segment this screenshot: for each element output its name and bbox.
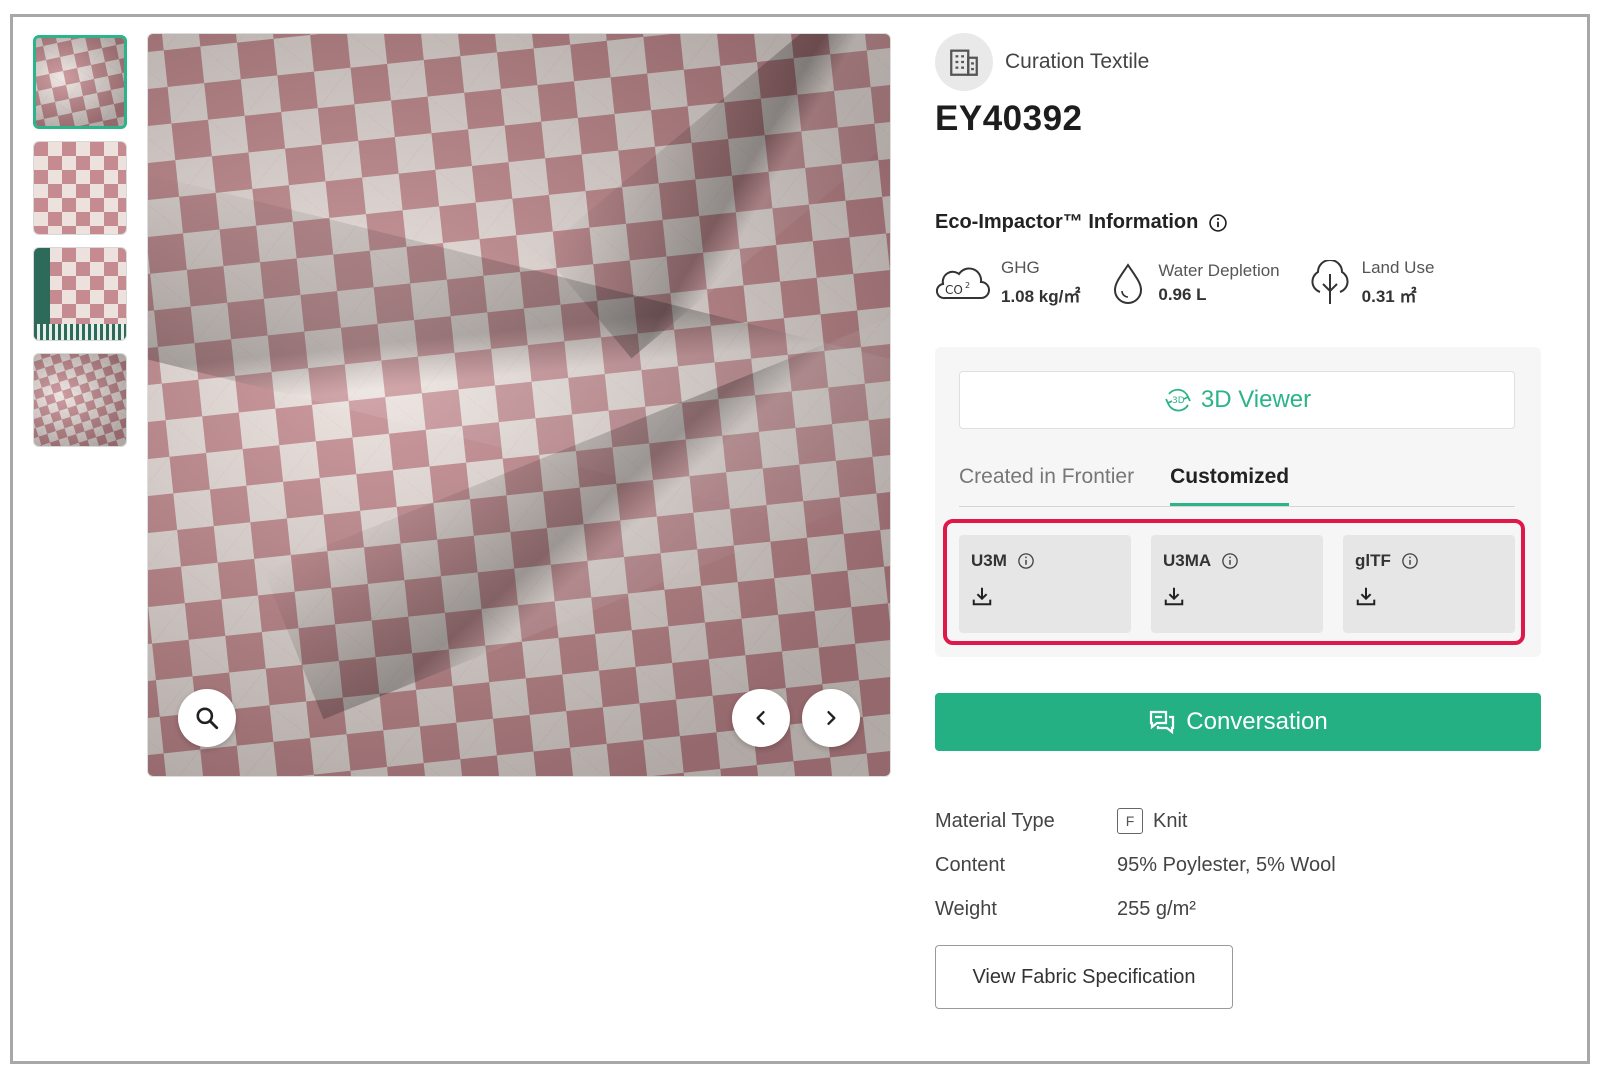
download-button[interactable] xyxy=(1163,585,1311,612)
eco-impactor-title: Eco-Impactor™ Information xyxy=(935,211,1541,234)
download-icon xyxy=(1164,587,1184,606)
product-detail-frame: Curation Textile EY40392 Eco-Impactor™ I… xyxy=(10,14,1590,1064)
svg-text:3D: 3D xyxy=(1172,396,1185,406)
info-icon[interactable] xyxy=(1017,552,1035,570)
format-download-list: U3M U3MA glTF xyxy=(959,535,1515,633)
tree-icon xyxy=(1311,259,1349,304)
3d-viewer-label: 3D Viewer xyxy=(1200,386,1312,413)
download-icon xyxy=(972,587,992,606)
fabric-specs: Material Type F Knit Content 95% Poylest… xyxy=(935,799,1541,1009)
metric-water: Water Depletion 0.96 L xyxy=(1108,258,1280,307)
search-icon xyxy=(196,707,219,730)
format-name: U3M xyxy=(971,551,1007,570)
3d-rotate-icon: 3D xyxy=(1165,388,1191,412)
thumbnail-3[interactable] xyxy=(33,247,127,341)
spec-value: 255 g/m² xyxy=(1117,897,1196,920)
spec-key: Weight xyxy=(935,897,997,920)
spec-value: Knit xyxy=(1153,809,1188,832)
thumbnail-4[interactable] xyxy=(33,353,127,447)
product-info-panel: Curation Textile EY40392 Eco-Impactor™ I… xyxy=(935,33,1541,1009)
download-button[interactable] xyxy=(971,585,1119,612)
spec-row-weight: Weight 255 g/m² xyxy=(935,887,1541,931)
format-name: glTF xyxy=(1355,551,1391,570)
download-panel: 3D 3D Viewer Created in Frontier Customi… xyxy=(935,347,1541,657)
zoom-button[interactable] xyxy=(178,689,236,747)
svg-text:CO: CO xyxy=(945,283,963,297)
view-fabric-specification-button[interactable]: View Fabric Specification xyxy=(935,945,1233,1009)
chat-icon xyxy=(1150,710,1175,735)
thumbnail-2[interactable] xyxy=(33,141,127,235)
thumbnail-list xyxy=(33,35,127,459)
co2-cloud-icon: CO 2 xyxy=(935,267,990,299)
eco-metrics: CO 2 GHG 1.08 kg/㎡ Water Depletion 0.96 … xyxy=(935,258,1541,307)
brand-avatar xyxy=(935,33,993,91)
tab-customized[interactable]: Customized xyxy=(1170,465,1290,506)
svg-text:2: 2 xyxy=(965,281,970,290)
download-button[interactable] xyxy=(1355,585,1503,612)
land-value: 0.31 ㎡ xyxy=(1361,287,1417,306)
brand-row[interactable]: Curation Textile xyxy=(935,33,1541,91)
format-card-gltf[interactable]: glTF xyxy=(1343,535,1515,633)
download-icon xyxy=(1356,587,1376,606)
download-tabs: Created in Frontier Customized xyxy=(959,465,1515,507)
fabric-type-badge: F xyxy=(1117,808,1143,834)
info-icon[interactable] xyxy=(1401,552,1419,570)
water-label: Water Depletion xyxy=(1158,260,1280,280)
3d-viewer-button[interactable]: 3D 3D Viewer xyxy=(959,371,1515,429)
chevron-left-icon xyxy=(756,711,765,725)
next-image-button[interactable] xyxy=(802,689,860,747)
thumbnail-1[interactable] xyxy=(33,35,127,129)
prev-image-button[interactable] xyxy=(732,689,790,747)
water-drop-icon xyxy=(1114,262,1143,304)
ghg-value: 1.08 kg/㎡ xyxy=(1001,287,1081,306)
metric-land: Land Use 0.31 ㎡ xyxy=(1308,258,1435,307)
water-value: 0.96 L xyxy=(1158,284,1207,304)
metric-ghg: CO 2 GHG 1.08 kg/㎡ xyxy=(935,258,1080,307)
chevron-right-icon xyxy=(827,711,836,725)
spec-value: 95% Poylester, 5% Wool xyxy=(1117,853,1336,876)
spec-key: Content xyxy=(935,853,1006,876)
spec-key: Material Type xyxy=(935,809,1055,832)
brand-name[interactable]: Curation Textile xyxy=(1005,50,1149,74)
format-card-u3m[interactable]: U3M xyxy=(959,535,1131,633)
conversation-label: Conversation xyxy=(1186,708,1328,735)
info-icon[interactable] xyxy=(1221,552,1239,570)
land-label: Land Use xyxy=(1361,258,1435,277)
spec-row-content: Content 95% Poylester, 5% Wool xyxy=(935,843,1541,887)
main-fabric-image xyxy=(147,33,891,777)
info-icon[interactable] xyxy=(1208,213,1228,233)
ghg-label: GHG xyxy=(1001,258,1040,277)
spec-row-material-type: Material Type F Knit xyxy=(935,799,1541,843)
conversation-button[interactable]: Conversation xyxy=(935,693,1541,751)
eco-impactor-label: Eco-Impactor™ Information xyxy=(935,211,1199,233)
tab-created-in-frontier[interactable]: Created in Frontier xyxy=(959,465,1134,506)
format-card-u3ma[interactable]: U3MA xyxy=(1151,535,1323,633)
building-icon xyxy=(950,49,978,76)
format-name: U3MA xyxy=(1163,551,1212,570)
product-code: EY40392 xyxy=(935,99,1083,138)
